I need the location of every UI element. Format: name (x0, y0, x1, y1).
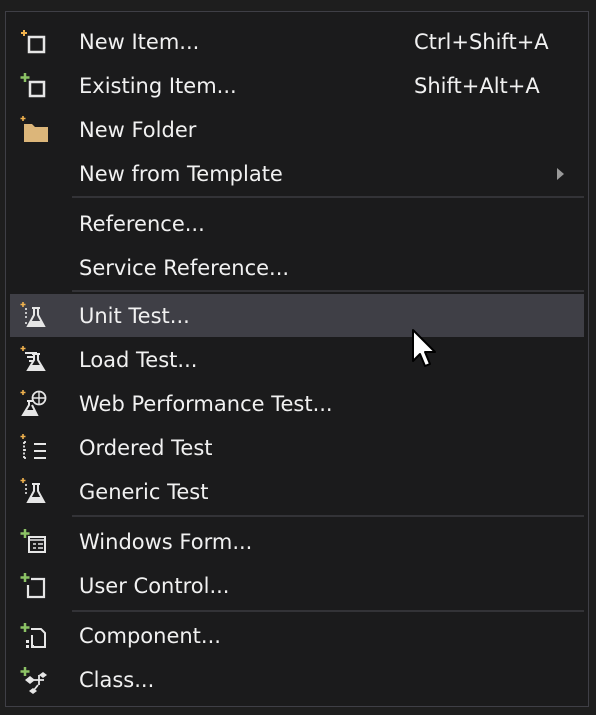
separator (72, 610, 584, 612)
shortcut-label: Shift+Alt+A (414, 74, 540, 98)
menu-item-label: Generic Test (79, 480, 209, 504)
menu-item-load-test[interactable]: Load Test... (10, 338, 584, 382)
menu-item-label: Component... (79, 624, 221, 648)
menu-item-new-item[interactable]: New Item... Ctrl+Shift+A (10, 20, 584, 64)
user-control-icon (20, 573, 46, 599)
menu-item-label: Ordered Test (79, 436, 213, 460)
menu-item-label: Web Performance Test... (79, 392, 333, 416)
menu-item-label: Unit Test... (79, 303, 190, 328)
windows-form-icon (20, 529, 46, 553)
unit-test-icon (20, 302, 46, 327)
menu-item-reference[interactable]: Reference... (10, 202, 584, 246)
menu-item-label: New Item... (79, 30, 200, 54)
class-icon (20, 667, 47, 694)
menu-item-label: New from Template (79, 162, 283, 186)
menu-item-label: Reference... (79, 212, 205, 236)
menu-item-service-reference[interactable]: Service Reference... (10, 246, 584, 290)
existing-item-icon (20, 73, 46, 98)
menu-item-web-performance-test[interactable]: Web Performance Test... (10, 382, 584, 426)
separator (72, 515, 584, 517)
ordered-test-icon (20, 434, 46, 459)
component-icon (20, 623, 46, 648)
menu-item-user-control[interactable]: User Control... (10, 564, 584, 608)
new-item-icon (21, 30, 46, 54)
menu-item-label: Existing Item... (79, 74, 237, 98)
menu-item-new-from-template[interactable]: New from Template (10, 152, 584, 196)
mouse-pointer-icon (412, 329, 436, 367)
menu-item-label: Service Reference... (79, 256, 290, 280)
menu-item-generic-test[interactable]: Generic Test (10, 470, 584, 514)
menu-item-label: Load Test... (79, 348, 198, 372)
web-performance-test-icon (20, 390, 47, 416)
menu-item-label: Class... (79, 668, 155, 692)
menu-item-class[interactable]: Class... (10, 658, 584, 702)
menu-item-new-folder[interactable]: New Folder (10, 108, 584, 152)
submenu-arrow-icon (557, 168, 564, 180)
folder-icon (20, 116, 48, 142)
load-test-icon (20, 346, 46, 371)
separator (72, 290, 584, 292)
generic-test-icon (20, 478, 46, 503)
menu-item-existing-item[interactable]: Existing Item... Shift+Alt+A (10, 64, 584, 108)
menu-item-label: Windows Form... (79, 530, 253, 554)
menu-item-component[interactable]: Component... (10, 614, 584, 658)
menu-item-unit-test[interactable]: Unit Test... (10, 294, 584, 337)
shortcut-label: Ctrl+Shift+A (414, 30, 549, 54)
menu-item-windows-form[interactable]: Windows Form... (10, 520, 584, 564)
menu-item-label: User Control... (79, 574, 230, 598)
context-menu: New Item... Ctrl+Shift+A Existing Item..… (5, 11, 589, 707)
menu-item-ordered-test[interactable]: Ordered Test (10, 426, 584, 470)
separator (72, 196, 584, 198)
menu-item-label: New Folder (79, 118, 197, 142)
